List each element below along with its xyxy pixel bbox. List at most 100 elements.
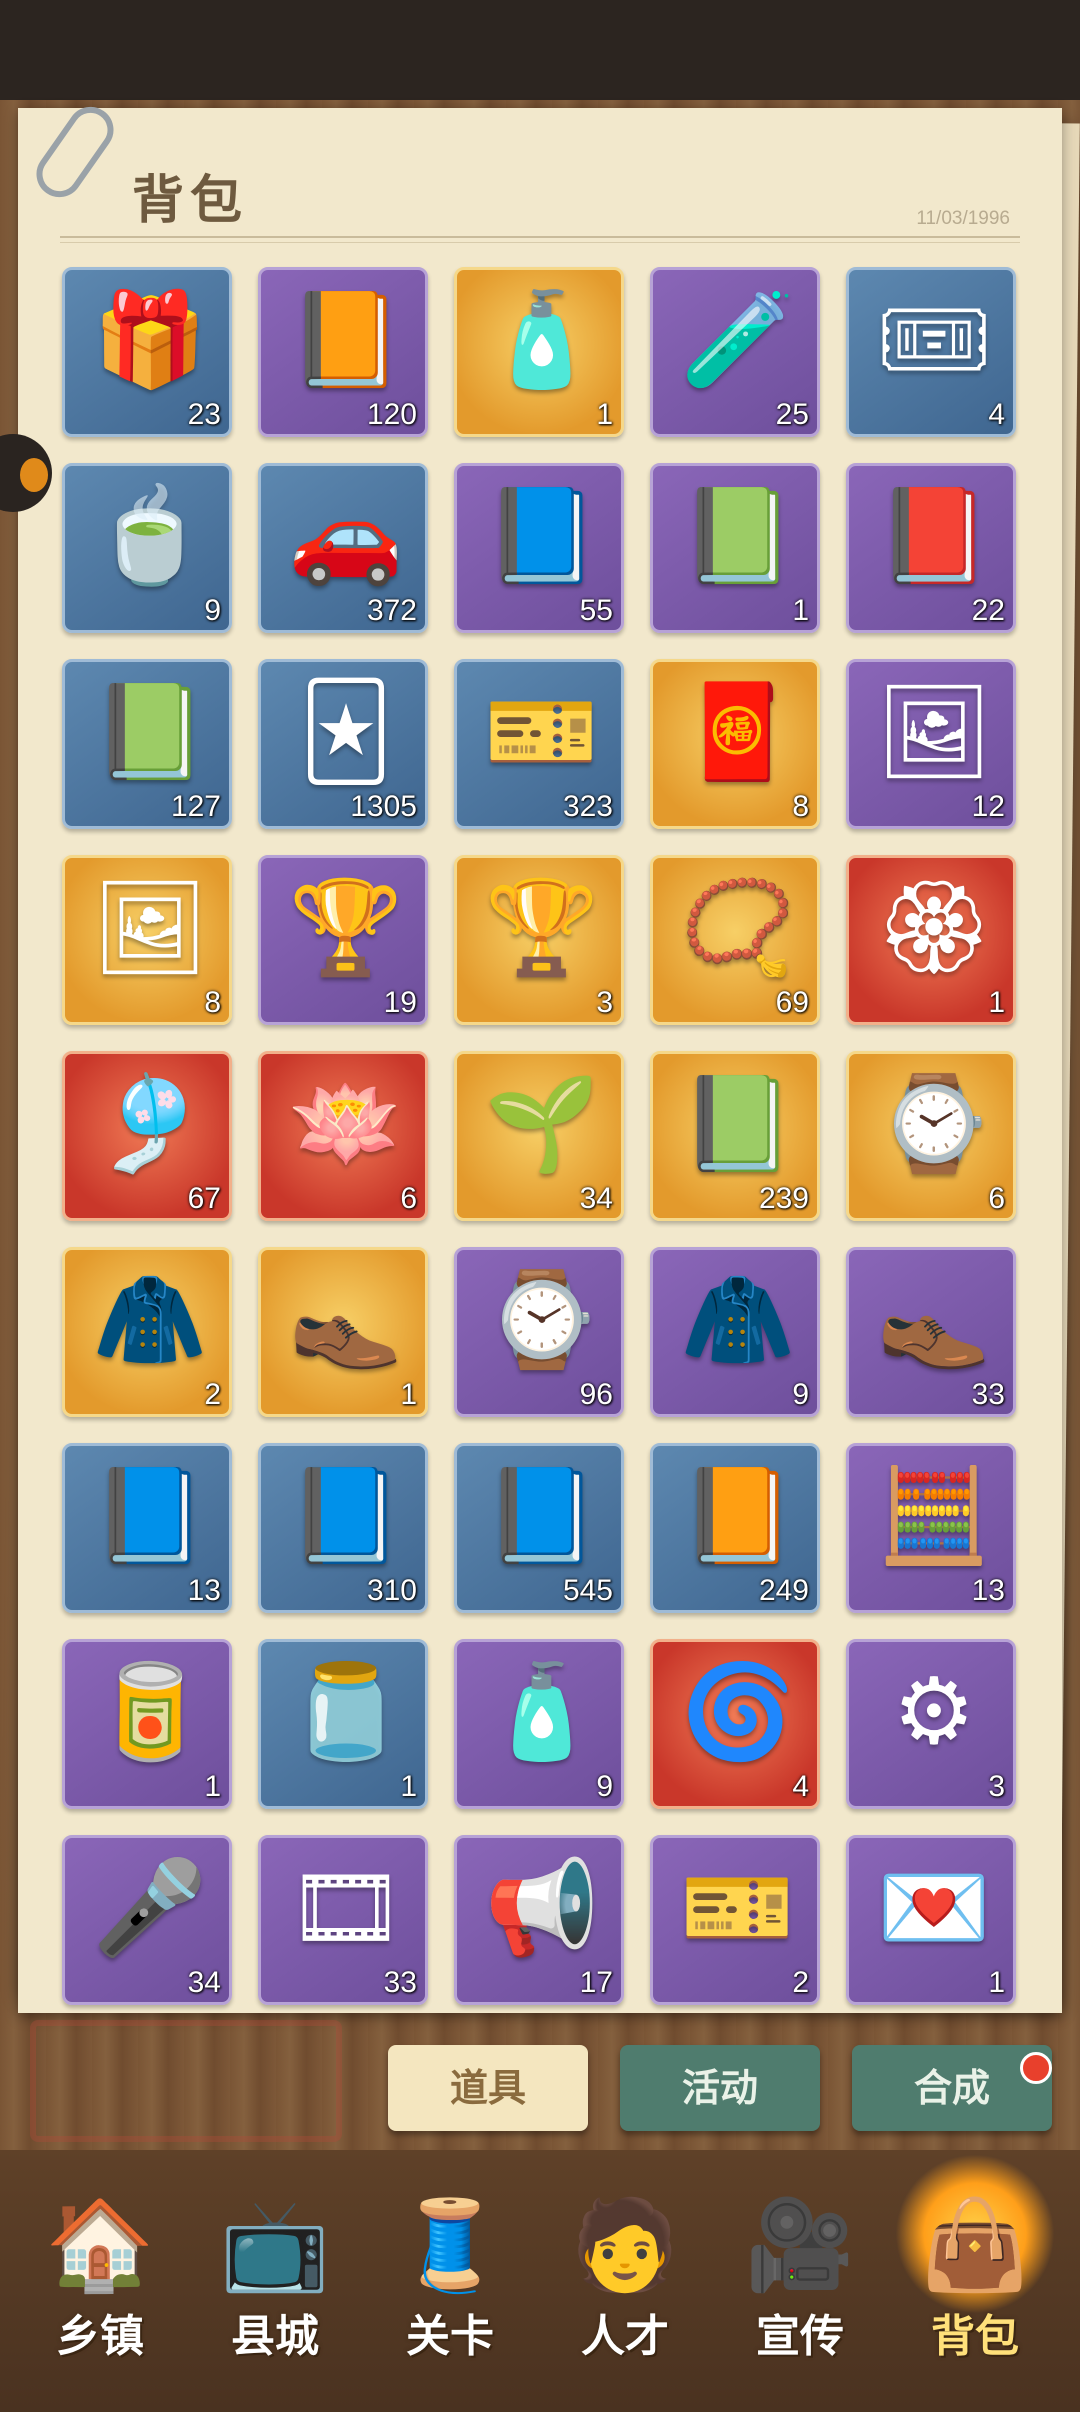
inventory-slot[interactable]: 🍵 9 xyxy=(62,463,232,633)
inventory-slot[interactable]: 🏆 3 xyxy=(454,855,624,1025)
inventory-slot[interactable]: 🏆 19 xyxy=(258,855,428,1025)
page-title: 背包 xyxy=(132,170,249,231)
item-count: 8 xyxy=(792,790,809,823)
inventory-slot[interactable]: 👞 33 xyxy=(846,1247,1016,1417)
inventory-slot[interactable]: 🎟 4 xyxy=(846,267,1016,437)
wealth-book-icon: 📗 xyxy=(680,1070,796,1177)
inventory-slot[interactable]: 📗 239 xyxy=(650,1051,820,1221)
item-count: 239 xyxy=(758,1182,809,1215)
inventory-slot[interactable]: 🎫 323 xyxy=(454,659,624,829)
item-count: 34 xyxy=(187,1966,221,1999)
item-count: 127 xyxy=(170,790,221,823)
inventory-slot[interactable]: 🪷 6 xyxy=(258,1051,428,1221)
inventory-slot[interactable]: ⌚ 96 xyxy=(454,1247,624,1417)
train-ticket-icon: 🎫 xyxy=(680,1854,796,1961)
invitation-letter-icon: 💌 xyxy=(876,1854,992,1961)
inventory-slot[interactable]: 📘 55 xyxy=(454,463,624,633)
zither-icon: 🎐 xyxy=(92,1070,208,1177)
inventory-slot[interactable]: 🧥 9 xyxy=(650,1247,820,1417)
item-count: 3 xyxy=(988,1770,1005,1803)
inventory-slot[interactable]: 🎫 2 xyxy=(650,1835,820,2005)
nav-item-0[interactable]: 🏠 乡镇 xyxy=(20,2180,180,2380)
item-count: 9 xyxy=(204,594,221,627)
tonic-bottle-icon: 🧴 xyxy=(484,286,600,393)
grey-suit-icon: 🧥 xyxy=(680,1266,796,1373)
inventory-slot[interactable]: 🥫 1 xyxy=(62,1639,232,1809)
inventory-slot[interactable]: 🧮 13 xyxy=(846,1443,1016,1613)
nav-item-3[interactable]: 🧑 人才 xyxy=(545,2180,705,2380)
item-count: 2 xyxy=(204,1378,221,1411)
crafting-notification-badge xyxy=(1020,2052,1052,2084)
item-count: 4 xyxy=(792,1770,809,1803)
inventory-slot[interactable]: 🧴 1 xyxy=(454,267,624,437)
inventory-slot[interactable]: 🎐 67 xyxy=(62,1051,232,1221)
nav-item-4[interactable]: 🎥 宣传 xyxy=(720,2180,880,2380)
inventory-slot[interactable]: 📿 69 xyxy=(650,855,820,1025)
item-count: 22 xyxy=(971,594,1005,627)
inventory-slot[interactable]: 💌 1 xyxy=(846,1835,1016,2005)
inventory-slot[interactable]: 📘 310 xyxy=(258,1443,428,1613)
inventory-slot[interactable]: 🏵 1 xyxy=(846,855,1016,1025)
ginkgo-tickets-icon: 🎟 xyxy=(875,286,993,393)
title-divider xyxy=(60,236,1020,238)
inventory-slot[interactable]: 📙 120 xyxy=(258,267,428,437)
inventory-slot[interactable]: 🧴 9 xyxy=(454,1639,624,1809)
inventory-slot[interactable]: 🌱 34 xyxy=(454,1051,624,1221)
item-count: 6 xyxy=(988,1182,1005,1215)
item-count: 545 xyxy=(562,1574,613,1607)
luxury-watch-icon: ⌚ xyxy=(876,1070,992,1177)
inventory-slot[interactable]: 🚗 372 xyxy=(258,463,428,633)
skin-cream-icon: 🥫 xyxy=(92,1658,208,1765)
nav-label: 县城 xyxy=(231,2311,319,2362)
inventory-slot[interactable]: 🖼 8 xyxy=(62,855,232,1025)
inventory-slot[interactable]: ⚙ 3 xyxy=(846,1639,1016,1809)
film-roll-icon: 🎞 xyxy=(287,1854,405,1961)
nav-label: 人才 xyxy=(581,2311,669,2362)
inventory-slot[interactable]: 📗 1 xyxy=(650,463,820,633)
poster-fragment-icon: 🖼 xyxy=(875,678,993,785)
item-count: 13 xyxy=(971,1574,1005,1607)
inventory-slot[interactable]: 📘 13 xyxy=(62,1443,232,1613)
item-count: 310 xyxy=(366,1574,417,1607)
nav-item-2[interactable]: 🧵 关卡 xyxy=(370,2180,530,2380)
inventory-slot[interactable]: 📢 17 xyxy=(454,1835,624,2005)
inventory-slot[interactable]: 👞 1 xyxy=(258,1247,428,1417)
item-count: 1 xyxy=(204,1770,221,1803)
parking-manual-icon: 🚗 xyxy=(288,482,404,589)
inventory-slot[interactable]: 📕 22 xyxy=(846,463,1016,633)
item-count: 34 xyxy=(579,1182,613,1215)
item-count: 96 xyxy=(579,1378,613,1411)
inventory-slot[interactable]: 🃏 1305 xyxy=(258,659,428,829)
inventory-slot[interactable]: 📗 127 xyxy=(62,659,232,829)
poster-icon: 🖼 xyxy=(91,874,209,981)
dress-shoes-icon: 👞 xyxy=(876,1266,992,1373)
farming-book-icon: 📘 xyxy=(92,1462,208,1569)
inventory-slot[interactable]: 📘 545 xyxy=(454,1443,624,1613)
megaphone-icon: 📢 xyxy=(484,1854,600,1961)
tab-items[interactable]: 道具 xyxy=(388,2045,588,2131)
inventory-slot[interactable]: 📙 249 xyxy=(650,1443,820,1613)
item-count: 13 xyxy=(187,1574,221,1607)
nav-item-1[interactable]: 📺 县城 xyxy=(195,2180,355,2380)
item-count: 1 xyxy=(596,398,613,431)
item-count: 67 xyxy=(187,1182,221,1215)
tv-icon: 📺 xyxy=(220,2193,330,2296)
decorative-stamp xyxy=(30,2020,342,2142)
inventory-slot[interactable]: 🖼 12 xyxy=(846,659,1016,829)
nav-item-5[interactable]: 👜 背包 xyxy=(895,2154,1055,2380)
inventory-slot[interactable]: ⌚ 6 xyxy=(846,1051,1016,1221)
title-divider-thin xyxy=(60,242,1020,243)
spray-bottle-icon: 🧴 xyxy=(484,1658,600,1765)
inventory-slot[interactable]: 🌀 4 xyxy=(650,1639,820,1809)
inventory-slot[interactable]: 🎞 33 xyxy=(258,1835,428,2005)
inventory-slot[interactable]: 🎁 23 xyxy=(62,267,232,437)
item-count: 17 xyxy=(579,1966,613,1999)
item-count: 55 xyxy=(579,594,613,627)
inventory-slot[interactable]: 🧥 2 xyxy=(62,1247,232,1417)
inventory-slot[interactable]: 🎤 34 xyxy=(62,1835,232,2005)
inventory-slot[interactable]: 🧪 25 xyxy=(650,267,820,437)
inventory-slot[interactable]: 🫙 1 xyxy=(258,1639,428,1809)
tab-events[interactable]: 活动 xyxy=(620,2045,820,2131)
item-count: 9 xyxy=(596,1770,613,1803)
inventory-slot[interactable]: 🧧 8 xyxy=(650,659,820,829)
